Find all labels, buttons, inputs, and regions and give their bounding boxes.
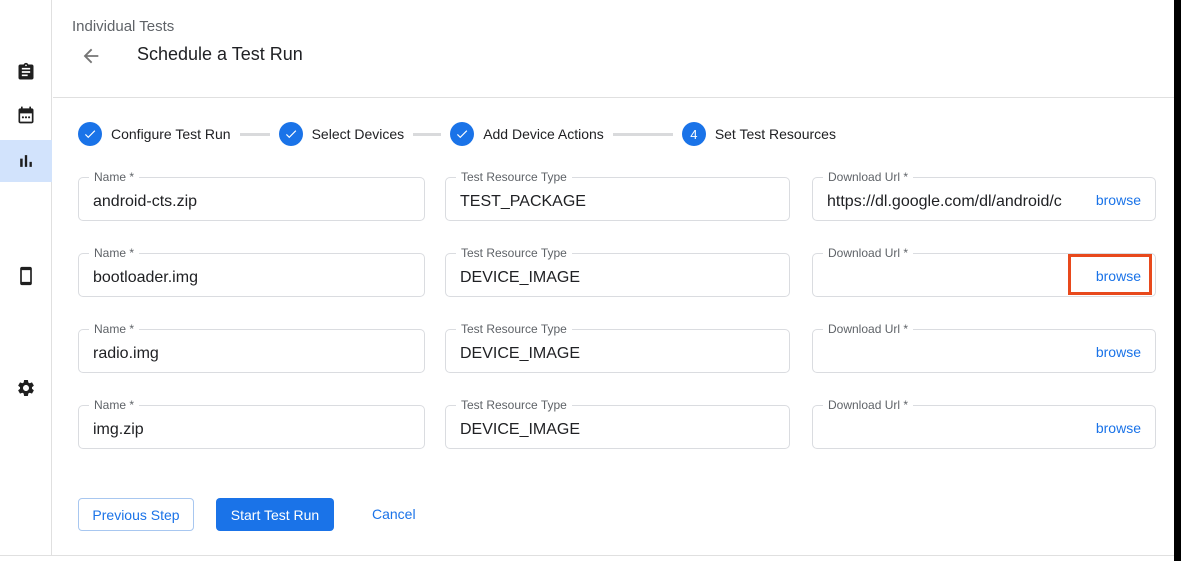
url-field-row1: Download Url * browse xyxy=(812,177,1156,221)
type-field-row1: Test Resource Type xyxy=(445,177,790,221)
sidebar-item-test-plans[interactable] xyxy=(0,94,52,136)
step-label: Select Devices xyxy=(312,126,405,142)
back-button[interactable] xyxy=(80,45,102,67)
step-label: Add Device Actions xyxy=(483,126,604,142)
name-field-label: Name * xyxy=(89,398,139,412)
screen-edge-bar xyxy=(1174,0,1181,561)
header-divider xyxy=(53,97,1174,98)
type-field-label: Test Resource Type xyxy=(456,246,572,260)
check-icon xyxy=(450,122,474,146)
type-input-row2[interactable] xyxy=(446,254,789,296)
gear-icon xyxy=(16,378,36,398)
name-input-row4[interactable] xyxy=(79,406,424,448)
start-test-run-button[interactable]: Start Test Run xyxy=(216,498,334,531)
stepper: Configure Test Run Select Devices Add De… xyxy=(78,122,836,146)
url-field-row3: Download Url * browse xyxy=(812,329,1156,373)
name-input-row2[interactable] xyxy=(79,254,424,296)
name-field-row3: Name * xyxy=(78,329,425,373)
breadcrumb: Individual Tests xyxy=(72,18,174,35)
previous-step-button[interactable]: Previous Step xyxy=(78,498,194,531)
smartphone-icon xyxy=(16,266,36,286)
url-field-row4: Download Url * browse xyxy=(812,405,1156,449)
browse-link-row3[interactable]: browse xyxy=(1096,344,1141,360)
step-number-badge: 4 xyxy=(682,122,706,146)
url-field-label: Download Url * xyxy=(823,398,913,412)
bottom-divider xyxy=(0,555,1174,556)
name-field-label: Name * xyxy=(89,322,139,336)
cancel-button[interactable]: Cancel xyxy=(372,506,416,522)
app-window: Individual Tests Schedule a Test Run Con… xyxy=(0,0,1181,561)
stepper-connector xyxy=(613,133,673,136)
type-field-row4: Test Resource Type xyxy=(445,405,790,449)
name-field-row2: Name * xyxy=(78,253,425,297)
type-field-row2: Test Resource Type xyxy=(445,253,790,297)
step-configure-test-run[interactable]: Configure Test Run xyxy=(78,122,231,146)
type-field-label: Test Resource Type xyxy=(456,170,572,184)
name-field-row4: Name * xyxy=(78,405,425,449)
type-field-label: Test Resource Type xyxy=(456,398,572,412)
type-input-row1[interactable] xyxy=(446,178,789,220)
type-field-row3: Test Resource Type xyxy=(445,329,790,373)
name-field-row1: Name * xyxy=(78,177,425,221)
browse-link-row4[interactable]: browse xyxy=(1096,420,1141,436)
check-icon xyxy=(78,122,102,146)
stepper-connector xyxy=(240,133,270,136)
step-select-devices[interactable]: Select Devices xyxy=(279,122,405,146)
name-field-label: Name * xyxy=(89,246,139,260)
step-add-device-actions[interactable]: Add Device Actions xyxy=(450,122,604,146)
assignment-icon xyxy=(16,62,36,82)
step-set-test-resources[interactable]: 4 Set Test Resources xyxy=(682,122,836,146)
page-title: Schedule a Test Run xyxy=(137,44,303,65)
url-field-label: Download Url * xyxy=(823,246,913,260)
bar-chart-icon xyxy=(16,151,36,171)
name-field-label: Name * xyxy=(89,170,139,184)
browse-link-row1[interactable]: browse xyxy=(1096,192,1141,208)
stepper-connector xyxy=(413,133,441,136)
type-input-row4[interactable] xyxy=(446,406,789,448)
calendar-icon xyxy=(16,105,36,125)
name-input-row3[interactable] xyxy=(79,330,424,372)
type-field-label: Test Resource Type xyxy=(456,322,572,336)
sidebar-item-test-runs[interactable] xyxy=(0,140,52,182)
url-field-label: Download Url * xyxy=(823,170,913,184)
name-input-row1[interactable] xyxy=(79,178,424,220)
sidebar-item-devices[interactable] xyxy=(0,255,52,297)
url-field-label: Download Url * xyxy=(823,322,913,336)
sidebar-item-tests[interactable] xyxy=(0,51,52,93)
annotation-rectangle xyxy=(1068,254,1152,295)
step-label: Set Test Resources xyxy=(715,126,836,142)
check-icon xyxy=(279,122,303,146)
sidebar-item-settings[interactable] xyxy=(0,367,52,409)
type-input-row3[interactable] xyxy=(446,330,789,372)
sidebar xyxy=(0,0,52,555)
step-label: Configure Test Run xyxy=(111,126,231,142)
arrow-back-icon xyxy=(80,45,102,67)
